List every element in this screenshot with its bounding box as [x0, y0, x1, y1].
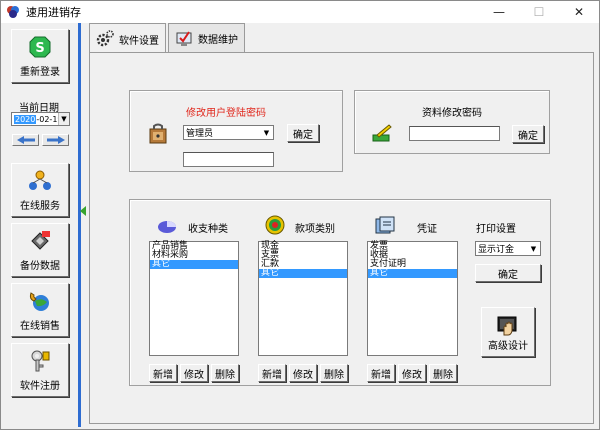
relogin-button[interactable]: S 重新登录: [11, 29, 69, 83]
coin-icon: [265, 215, 285, 235]
folder-icon: [375, 216, 395, 234]
arrow-left-icon: [16, 136, 35, 144]
print-settings-title: 打印设置: [476, 224, 516, 235]
tab-label: 数据维护: [198, 35, 238, 46]
tab-label: 软件设置: [119, 35, 159, 47]
pie-chart-icon: [158, 221, 176, 233]
hand-window-icon: [497, 316, 517, 336]
close-button[interactable]: ✕: [559, 1, 599, 23]
advanced-design-button[interactable]: 高级设计: [481, 307, 535, 357]
income-types-title: 收支种类: [188, 224, 228, 235]
date-picker[interactable]: 2020 -02-19 ▼: [11, 112, 70, 126]
splitter[interactable]: [77, 23, 89, 427]
chevron-down-icon: ▼: [263, 128, 270, 137]
settings-panel: 修改用户登陆密码 管理员 ▼ 确定 资料修改密码 确定 收支种类 产品销售 材料…: [89, 52, 594, 424]
tab-software-settings[interactable]: 软件设置: [89, 23, 166, 54]
print-option-select[interactable]: 显示订金 ▼: [475, 241, 541, 256]
income-edit-button[interactable]: 修改: [180, 364, 208, 382]
arrow-right-icon: [46, 136, 65, 144]
print-confirm-button[interactable]: 确定: [475, 264, 541, 282]
voucher-list[interactable]: 发票 收据 支付证明 其它: [367, 241, 458, 356]
register-label: 软件注册: [20, 381, 60, 392]
income-add-button[interactable]: 新增: [149, 364, 177, 382]
chevron-down-icon: ▼: [58, 113, 69, 125]
change-password-group: 修改用户登陆密码 管理员 ▼ 确定: [129, 90, 343, 172]
advanced-design-label: 高级设计: [488, 341, 528, 352]
categories-group: 收支种类 产品销售 材料采购 其它 新增 修改 删除 款项类别 现金 支票 汇款…: [129, 199, 551, 386]
network-icon: [29, 170, 51, 190]
minimize-button[interactable]: —: [479, 1, 519, 23]
online-service-button[interactable]: 在线服务: [11, 163, 69, 217]
voucher-edit-button[interactable]: 修改: [398, 364, 426, 382]
prev-date-button[interactable]: [12, 134, 39, 146]
user-select[interactable]: 管理员 ▼: [183, 125, 274, 140]
income-delete-button[interactable]: 删除: [211, 364, 239, 382]
edit-pencil-icon: [372, 124, 392, 142]
globe-phone-icon: [29, 292, 49, 311]
app-logo-icon: [7, 6, 19, 18]
payment-types-list[interactable]: 现金 支票 汇款 其它: [258, 241, 348, 356]
payment-delete-button[interactable]: 删除: [320, 364, 348, 382]
maximize-button[interactable]: ☐: [519, 1, 559, 23]
data-password-title: 资料修改密码: [422, 108, 482, 119]
date-year: 2020: [14, 114, 37, 124]
key-icon: [31, 350, 50, 372]
change-password-title: 修改用户登陆密码: [186, 108, 266, 119]
list-item[interactable]: 其它: [150, 260, 238, 269]
tab-bar: 软件设置 数据维护: [89, 23, 247, 54]
data-password-input[interactable]: [409, 126, 500, 141]
backup-label: 备份数据: [20, 261, 60, 272]
backup-disk-icon: [31, 231, 50, 250]
online-service-label: 在线服务: [20, 201, 60, 212]
tab-data-maintenance[interactable]: 数据维护: [168, 23, 245, 53]
collapse-arrow-icon[interactable]: [80, 206, 86, 216]
data-password-group: 资料修改密码 确定: [354, 90, 550, 154]
software-register-button[interactable]: 软件注册: [11, 343, 69, 397]
next-date-button[interactable]: [42, 134, 69, 146]
window-title: 速用进销存: [26, 6, 81, 19]
payment-add-button[interactable]: 新增: [258, 364, 286, 382]
relogin-icon: S: [29, 36, 51, 58]
svg-text:S: S: [35, 41, 44, 56]
backup-data-button[interactable]: 备份数据: [11, 223, 69, 277]
relogin-label: 重新登录: [20, 67, 60, 78]
online-sales-label: 在线销售: [20, 321, 60, 332]
confirm-password-button[interactable]: 确定: [287, 124, 319, 142]
payment-edit-button[interactable]: 修改: [289, 364, 317, 382]
list-item[interactable]: 其它: [368, 269, 457, 278]
monitor-check-icon: [176, 30, 192, 46]
splitter-bar: [78, 23, 81, 427]
new-password-input[interactable]: [183, 152, 274, 167]
chevron-down-icon: ▼: [530, 244, 537, 253]
payment-types-title: 款项类别: [295, 224, 335, 235]
title-bar: 速用进销存 — ☐ ✕: [1, 1, 599, 23]
online-sales-button[interactable]: 在线销售: [11, 283, 69, 337]
confirm-data-password-button[interactable]: 确定: [512, 125, 544, 143]
income-types-list[interactable]: 产品销售 材料采购 其它: [149, 241, 239, 356]
safe-lock-icon: [149, 123, 167, 144]
voucher-delete-button[interactable]: 删除: [429, 364, 457, 382]
print-option-value: 显示订金: [478, 245, 515, 255]
sidebar: S 重新登录 当前日期 2020 -02-19 ▼ 在线服务 备份数据 在线销售…: [2, 23, 76, 423]
app-window: 速用进销存 — ☐ ✕ S 重新登录 当前日期 2020 -02-19 ▼ 在线…: [0, 0, 600, 430]
voucher-title: 凭证: [417, 224, 437, 235]
gear-icon: [96, 30, 114, 47]
user-select-value: 管理员: [186, 129, 214, 139]
voucher-add-button[interactable]: 新增: [367, 364, 395, 382]
list-item[interactable]: 其它: [259, 269, 347, 278]
